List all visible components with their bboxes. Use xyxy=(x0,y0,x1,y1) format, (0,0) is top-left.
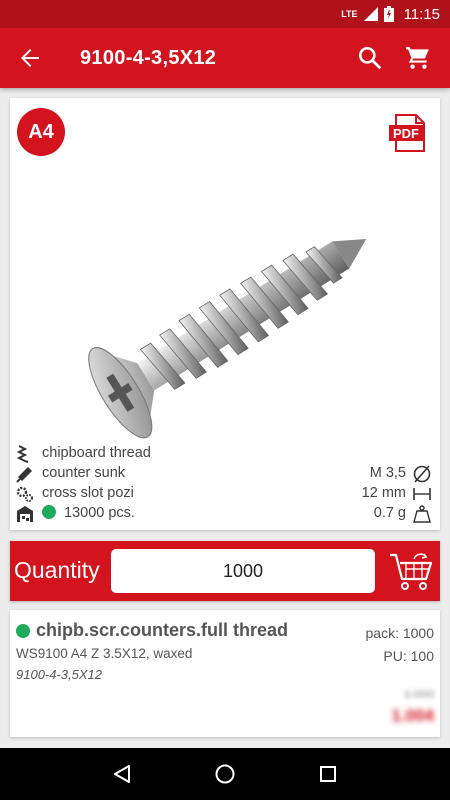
length-icon xyxy=(413,488,431,500)
spec-label-stock: 13000 pcs. xyxy=(42,505,135,521)
cart-button[interactable] xyxy=(394,28,442,88)
quantity-bar: Quantity 1000 xyxy=(10,541,440,601)
material-badge: A4 xyxy=(17,108,65,156)
weight-icon xyxy=(413,505,431,523)
page-title: 9100-4-3,5X12 xyxy=(80,46,217,69)
nav-back-button[interactable] xyxy=(107,759,137,789)
battery-icon xyxy=(383,6,394,22)
spec-row-drive: cross slot pozi 12 mm xyxy=(10,484,440,504)
spec-row-stock: 13000 pcs. 0.7 g xyxy=(10,504,440,524)
nav-home-button[interactable] xyxy=(210,759,240,789)
triangle-back-icon xyxy=(113,765,130,783)
spec-label-thread: chipboard thread xyxy=(42,445,151,461)
app-bar: 9100-4-3,5X12 xyxy=(0,28,450,88)
pdf-icon: PDF xyxy=(389,114,425,152)
quantity-input[interactable]: 1000 xyxy=(111,549,375,593)
countersunk-icon xyxy=(16,467,32,483)
spec-value-length: 12 mm xyxy=(361,485,406,501)
pack-size: pack: 1000 xyxy=(365,625,435,641)
product-card: A4 PDF chipboard thread counter sunk M 3… xyxy=(10,98,440,530)
diameter-icon xyxy=(413,465,431,483)
price-unit: PU: 100 xyxy=(383,648,434,664)
screw-image xyxy=(88,239,367,439)
price: 1.004 xyxy=(391,706,434,725)
warehouse-icon xyxy=(17,506,33,522)
add-to-cart-button[interactable] xyxy=(388,551,434,591)
spec-row-thread: chipboard thread xyxy=(10,444,440,464)
spec-value-weight: 0.7 g xyxy=(373,505,406,521)
back-button[interactable] xyxy=(0,28,60,88)
gear-icon xyxy=(16,486,33,502)
status-bar: LTE 11:15 xyxy=(0,0,450,28)
navigation-bar xyxy=(0,748,450,800)
availability-dot xyxy=(16,624,30,638)
spec-value-diameter: M 3,5 xyxy=(369,465,406,481)
stock-quantity: 13000 pcs. xyxy=(64,505,135,521)
signal-icon xyxy=(363,7,378,21)
article-card[interactable]: chipb.scr.counters.full thread WS9100 A4… xyxy=(10,610,440,737)
network-type: LTE xyxy=(341,9,358,19)
arrow-back-icon xyxy=(21,49,39,67)
spec-row-head: counter sunk M 3,5 xyxy=(10,464,440,484)
pdf-button[interactable]: PDF xyxy=(388,114,428,152)
article-name: chipb.scr.counters.full thread xyxy=(16,620,288,641)
article-name-text: chipb.scr.counters.full thread xyxy=(36,620,289,640)
nav-recents-button[interactable] xyxy=(313,759,343,789)
stock-status-dot xyxy=(42,505,56,519)
add-to-cart-icon xyxy=(390,553,433,590)
spec-label-head: counter sunk xyxy=(42,465,126,481)
cart-icon xyxy=(406,47,429,69)
clock: 11:15 xyxy=(403,5,440,23)
circle-home-icon xyxy=(215,764,235,784)
square-recents-icon xyxy=(320,766,337,782)
search-button[interactable] xyxy=(346,28,394,88)
thread-icon xyxy=(16,445,29,463)
price-old: 1.000 xyxy=(403,687,434,701)
spec-label-drive: cross slot pozi xyxy=(42,485,134,501)
article-description: WS9100 A4 Z 3.5X12, waxed xyxy=(16,646,193,661)
pdf-label: PDF xyxy=(393,126,419,141)
search-icon xyxy=(358,46,382,70)
article-code: 9100-4-3,5X12 xyxy=(16,667,103,682)
quantity-label: Quantity xyxy=(14,557,100,583)
